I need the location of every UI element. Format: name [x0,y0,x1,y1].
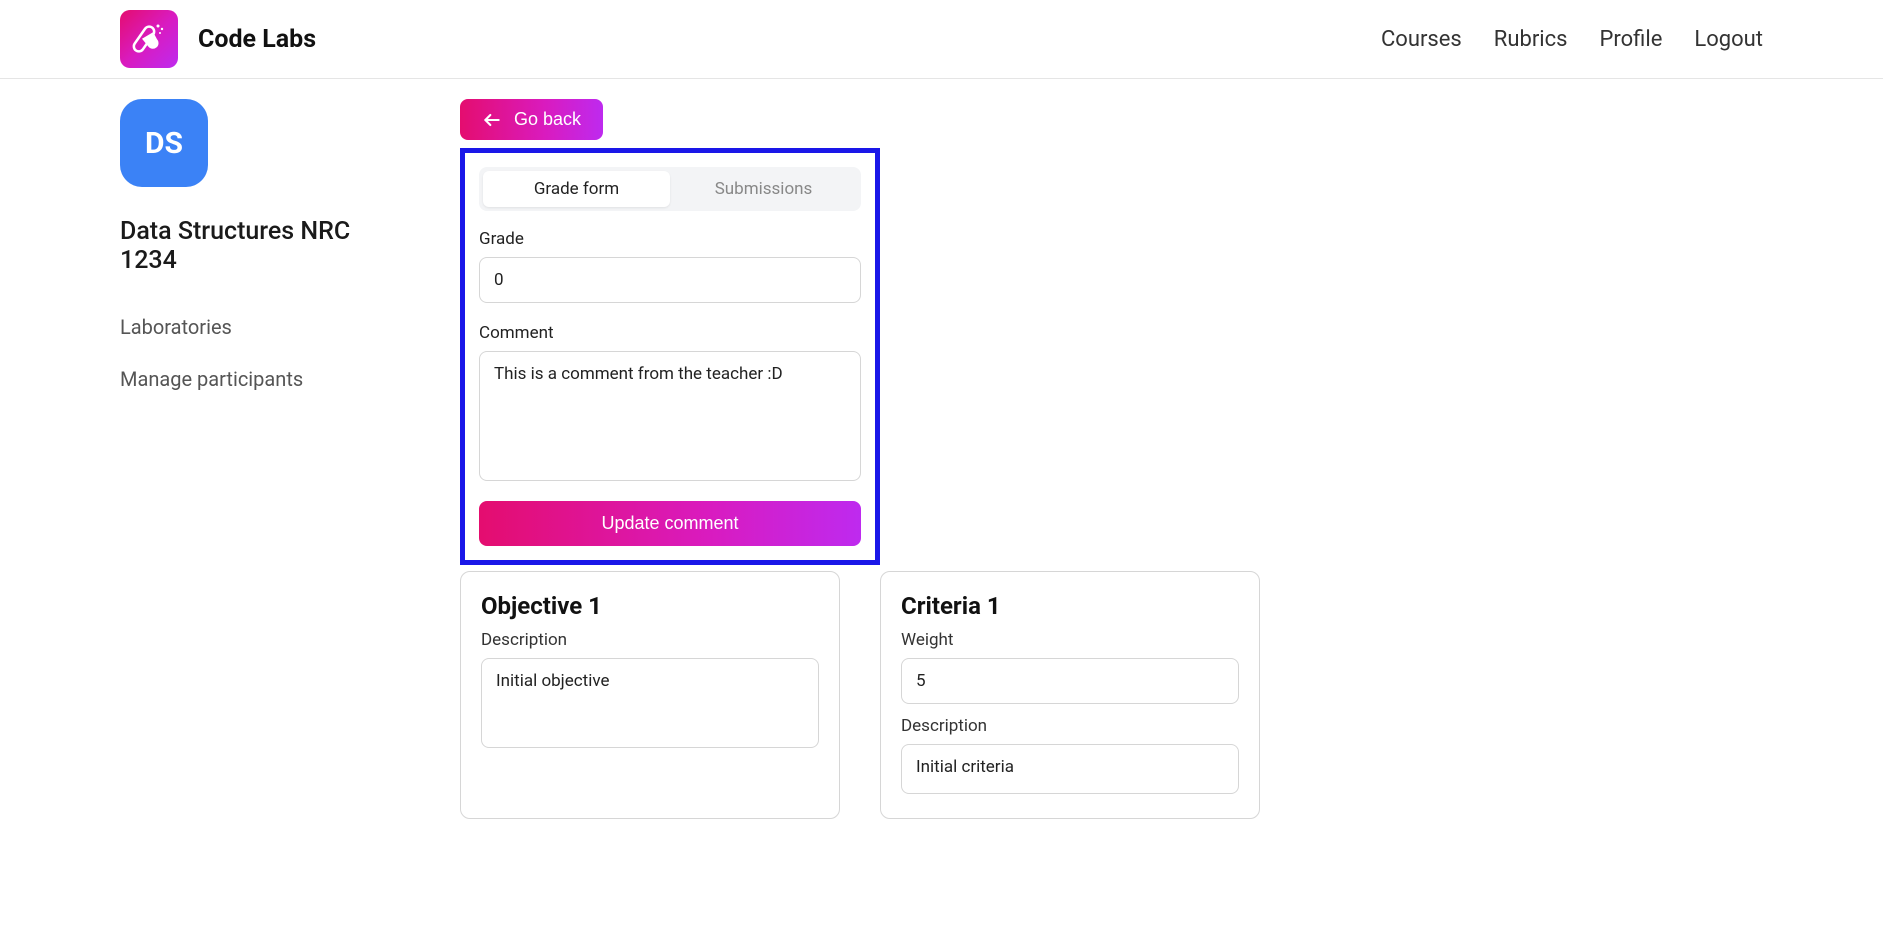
comment-label: Comment [479,323,861,343]
main-nav: Courses Rubrics Profile Logout [1381,27,1763,52]
go-back-label: Go back [514,109,581,130]
objective-description-textarea[interactable] [481,658,819,748]
update-comment-button[interactable]: Update comment [479,501,861,546]
comment-textarea[interactable] [479,351,861,481]
criteria-weight-label: Weight [901,630,1239,650]
criteria-weight-input[interactable] [901,658,1239,704]
course-badge: DS [120,99,208,187]
arrow-left-icon [482,110,502,130]
objective-card: Objective 1 Description [460,571,840,819]
go-back-button[interactable]: Go back [460,99,603,140]
nav-courses[interactable]: Courses [1381,27,1462,52]
logo[interactable] [120,10,178,68]
objective-description-label: Description [481,630,819,650]
criteria-description-textarea[interactable] [901,744,1239,794]
criteria-title: Criteria 1 [901,592,1239,620]
sidebar-link-laboratories[interactable]: Laboratories [120,315,410,339]
nav-rubrics[interactable]: Rubrics [1494,27,1568,52]
test-tube-icon [129,19,169,59]
objective-title: Objective 1 [481,592,819,620]
header-left: Code Labs [120,10,316,68]
grade-panel: Grade form Submissions Grade Comment Upd… [460,148,880,565]
sidebar-link-manage-participants[interactable]: Manage participants [120,367,410,391]
header: Code Labs Courses Rubrics Profile Logout [0,0,1883,79]
grade-label: Grade [479,229,861,249]
nav-profile[interactable]: Profile [1600,27,1663,52]
main: Go back Grade form Submissions Grade Com… [460,99,1763,819]
criteria-description-label: Description [901,716,1239,736]
criteria-card: Criteria 1 Weight Description [880,571,1260,819]
grade-input[interactable] [479,257,861,303]
content: DS Data Structures NRC 1234 Laboratories… [0,79,1883,839]
sidebar: DS Data Structures NRC 1234 Laboratories… [120,99,410,819]
brand-text: Code Labs [198,25,316,54]
tabs: Grade form Submissions [479,167,861,211]
nav-logout[interactable]: Logout [1694,27,1763,52]
cards-row: Objective 1 Description Criteria 1 Weigh… [460,571,1763,819]
tab-grade-form[interactable]: Grade form [483,171,670,207]
course-title: Data Structures NRC 1234 [120,217,410,275]
tab-submissions[interactable]: Submissions [670,171,857,207]
